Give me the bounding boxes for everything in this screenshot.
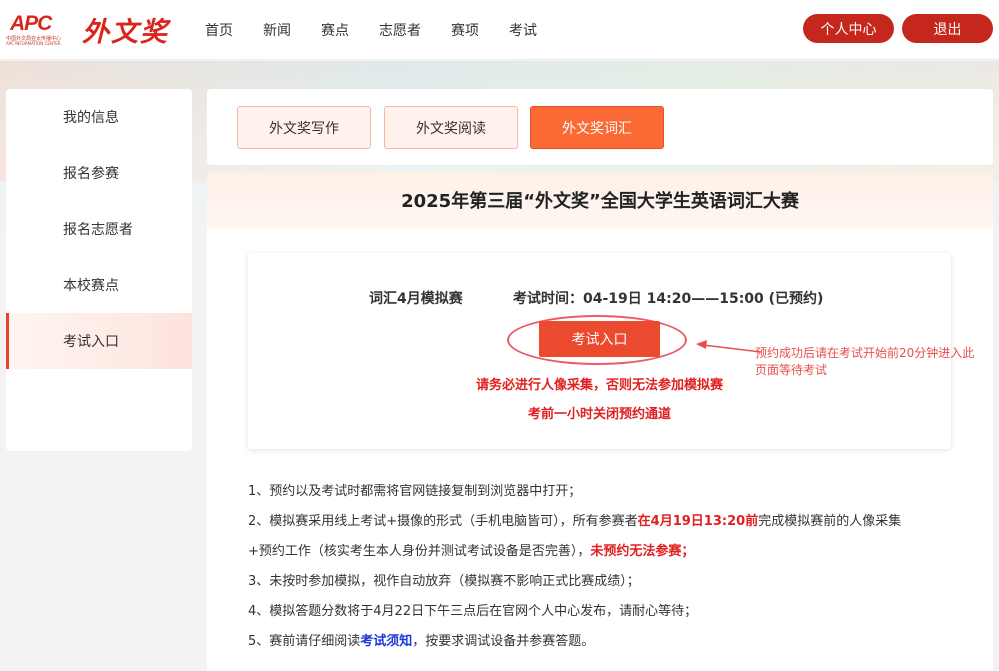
exam-rules-link[interactable]: 考试须知 [360,634,412,649]
nav-volunteers[interactable]: 志愿者 [379,20,421,40]
note-4: 4、模拟答题分数将于4月22日下午三点后在官网个人中心发布，请耐心等待； [248,604,698,619]
tab-vocabulary[interactable]: 外文奖词汇 [530,106,664,149]
tab-writing[interactable]: 外文奖写作 [237,106,371,149]
annotation-arrow-icon [696,340,762,353]
logo-subtitle-en: APC INFORMATION CENTER [6,41,61,46]
exam-entry-button[interactable]: 考试入口 [539,321,660,357]
note-2-text: 2、模拟赛采用线上考试+摄像的形式（手机电脑皆可），所有参赛者 [248,514,638,529]
page-title: 2025年第三届“外文奖”全国大学生英语词汇大赛 [207,171,993,229]
exam-notes: 1、预约以及考试时都需将官网链接复制到浏览器中打开； 2、模拟赛采用线上考试+摄… [248,477,968,657]
logout-button[interactable]: 退出 [902,14,993,43]
annotation-note: 预约成功后请在考试开始前20分钟进入此页面等待考试 [755,346,975,377]
logo-apc-text: APC [10,12,52,35]
note-5-text-b: ，按要求调试设备并参赛答题。 [412,634,595,649]
main-nav: 首页 新闻 赛点 志愿者 赛项 考试 [190,0,552,60]
sidebar-item-school-venue[interactable]: 本校赛点 [6,257,192,313]
sidebar-item-register-compete[interactable]: 报名参赛 [6,145,192,201]
sidebar: 我的信息 报名参赛 报名志愿者 本校赛点 考试入口 [6,89,192,451]
nav-events[interactable]: 赛项 [451,20,479,40]
note-2-text-b: 完成模拟赛前的人像采集 [758,514,902,529]
exam-time: 考试时间：04-19日 14:20——15:00 (已预约) [513,291,824,307]
note-5: 5、赛前请仔细阅读考试须知，按要求调试设备并参赛答题。 [248,627,968,657]
note-2: 2、模拟赛采用线上考试+摄像的形式（手机电脑皆可），所有参赛者在4月19日13:… [248,507,968,537]
exam-panel: 2025年第三届“外文奖”全国大学生英语词汇大赛 词汇4月模拟赛 考试时间：04… [207,171,993,671]
note-5-text: 5、赛前请仔细阅读 [248,634,361,649]
note-2-text-c: +预约工作（核实考生本人身份并测试考试设备是否完善）， [248,544,591,559]
note-3: 3、未按时参加模拟，视作自动放弃（模拟赛不影响正式比赛成绩）； [248,574,640,589]
nav-venues[interactable]: 赛点 [321,20,349,40]
note-1: 1、预约以及考试时都需将官网链接复制到浏览器中打开； [248,484,582,499]
personal-center-button[interactable]: 个人中心 [803,14,894,43]
booking-close-warning: 考前一小时关闭预约通道 [527,407,671,422]
note-2-cont: +预约工作（核实考生本人身份并测试考试设备是否完善），未预约无法参赛； [248,537,968,567]
note-2-no-booking: 未预约无法参赛； [590,544,695,559]
note-2-deadline: 在4月19日13:20前 [637,514,759,529]
exam-name: 词汇4月模拟赛 [369,291,463,307]
nav-home[interactable]: 首页 [205,20,233,40]
logo-brand-text: 外文奖 [82,17,169,48]
top-navbar: APC 中国外文局亚太传播中心 APC INFORMATION CENTER 外… [0,0,999,60]
sidebar-item-exam-entry[interactable]: 考试入口 [6,313,192,369]
sidebar-item-register-volunteer[interactable]: 报名志愿者 [6,201,192,257]
competition-tabs: 外文奖写作 外文奖阅读 外文奖词汇 [207,89,993,165]
tab-reading[interactable]: 外文奖阅读 [384,106,518,149]
sidebar-item-my-info[interactable]: 我的信息 [6,89,192,145]
site-logo[interactable]: APC 中国外文局亚太传播中心 APC INFORMATION CENTER 外… [6,10,176,50]
nav-news[interactable]: 新闻 [263,20,291,40]
nav-exam[interactable]: 考试 [509,20,537,40]
